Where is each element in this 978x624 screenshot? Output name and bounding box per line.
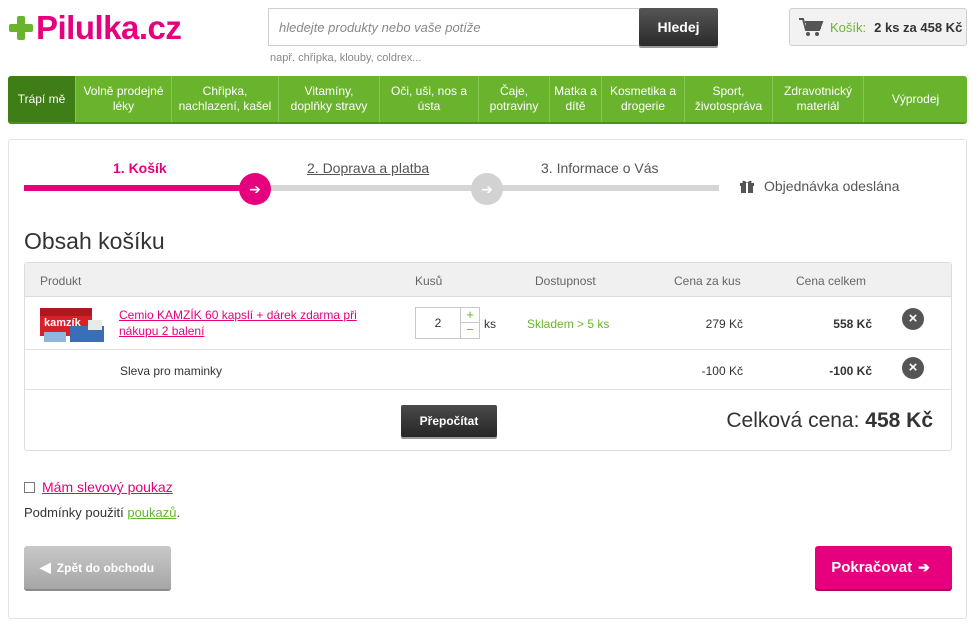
quantity-input[interactable]: 2 [416, 308, 460, 338]
remove-item-icon[interactable]: × [902, 308, 924, 330]
quantity-unit: ks [484, 317, 496, 331]
nav-item-trapi-me[interactable]: Trápí mě [8, 76, 76, 122]
discount-name: Sleva pro maminky [120, 364, 223, 378]
conditions-suffix: . [176, 505, 181, 520]
column-unit-price: Cena za kus [674, 274, 741, 288]
conditions-link[interactable]: poukazů [127, 505, 176, 520]
grand-total-value: 458 Kč [865, 409, 933, 432]
nav-item-vyprodej[interactable]: Výprodej [864, 76, 967, 122]
step-arrow-icon: ➔ [471, 173, 503, 205]
nav-item-vitaminy[interactable]: Vitamíny, doplňky stravy [279, 76, 380, 122]
cart-label: Košík: [830, 19, 867, 35]
availability-status: Skladem > 5 ks [527, 317, 610, 331]
continue-label: Pokračovat [831, 559, 913, 576]
nav-item-sport[interactable]: Sport, životospráva [685, 76, 773, 122]
quantity-stepper[interactable]: 2 + − [415, 307, 480, 339]
arrow-right-icon: ➔ [918, 559, 930, 575]
conditions-prefix: Podmínky použití [24, 505, 124, 520]
nav-item-volne-prodejne-leky[interactable]: Volně prodejné léky [76, 76, 172, 122]
minus-icon[interactable]: − [460, 323, 479, 338]
step-order-sent-label: Objednávka odeslána [764, 178, 900, 194]
remove-discount-icon[interactable]: × [902, 357, 924, 379]
checkout-steps: 1. Košík 2. Doprava a platba 3. Informac… [24, 158, 924, 208]
plus-icon[interactable]: + [460, 308, 479, 323]
step-order-sent: Objednávka odeslána [739, 178, 899, 194]
recalculate-button[interactable]: Přepočítat [401, 405, 497, 437]
back-to-shop-button[interactable]: ◀ Zpět do obchodu [24, 546, 171, 589]
column-availability: Dostupnost [535, 274, 596, 288]
logo-text: Pilulka.cz [36, 9, 182, 46]
column-qty: Kusů [415, 274, 443, 288]
table-header: Produkt Kusů Dostupnost Cena za kus Cena… [25, 263, 951, 297]
voucher-toggle[interactable]: Mám slevový poukaz [24, 479, 173, 495]
table-row: kamzík Cemio KAMZÍK 60 kapslí + dárek zd… [25, 297, 951, 350]
search-button[interactable]: Hledej [639, 8, 718, 46]
progress-fill [24, 185, 254, 191]
discount-unit-price: -100 Kč [701, 364, 743, 378]
header-cart[interactable]: Košík: 2 ks za 458 Kč [789, 8, 967, 46]
table-row: Sleva pro maminky -100 Kč -100 Kč × [25, 350, 951, 390]
category-nav: Trápí mě Volně prodejné léky Chřipka, na… [8, 76, 967, 124]
continue-button[interactable]: Pokračovat ➔ [815, 546, 952, 589]
nav-item-zdravotnicky-material[interactable]: Zdravotnický materiál [773, 76, 864, 122]
nav-item-chripka[interactable]: Chřipka, nachlazení, kašel [172, 76, 279, 122]
shopping-cart-icon [798, 17, 824, 37]
nav-item-kosmetika[interactable]: Kosmetika a drogerie [602, 76, 685, 122]
grand-total-label: Celková cena: [726, 409, 860, 432]
cart-table: Produkt Kusů Dostupnost Cena za kus Cena… [24, 262, 952, 451]
product-thumbnail[interactable]: kamzík [40, 304, 106, 344]
step-shipping[interactable]: 2. Doprava a platba [307, 160, 429, 176]
product-link[interactable]: Cemio KAMZÍK 60 kapslí + dárek zdarma př… [119, 307, 389, 339]
search-input[interactable] [268, 8, 640, 46]
cart-title: Obsah košíku [24, 228, 165, 254]
column-product: Produkt [40, 274, 82, 288]
grand-total: Celková cena: 458 Kč [685, 409, 933, 433]
discount-total-price: -100 Kč [829, 364, 872, 378]
gift-icon [740, 180, 754, 193]
back-to-shop-label: Zpět do obchodu [56, 560, 155, 575]
column-total-price: Cena celkem [796, 274, 867, 288]
unit-price: 279 Kč [705, 317, 743, 331]
nav-item-caje[interactable]: Čaje, potraviny [479, 76, 550, 122]
step-info: 3. Informace o Vás [541, 160, 659, 176]
total-price: 558 Kč [833, 317, 872, 331]
step-cart: 1. Košík [113, 160, 167, 176]
logo-plus-icon [8, 15, 34, 41]
nav-item-matka-a-dite[interactable]: Matka a dítě [550, 76, 602, 122]
logo[interactable]: Pilulka.cz [8, 9, 182, 46]
cart-summary: 2 ks za 458 Kč [874, 19, 963, 35]
search-hint: např. chřipka, klouby, coldrex... [270, 52, 422, 64]
voucher-conditions: Podmínky použití poukazů. [24, 505, 180, 520]
arrow-left-icon: ◀ [40, 559, 51, 575]
voucher-checkbox[interactable] [24, 481, 35, 493]
voucher-link[interactable]: Mám slevový poukaz [42, 479, 173, 495]
nav-item-oci-usi[interactable]: Oči, uši, nos a ústa [380, 76, 479, 122]
search-bar: Hledej [268, 8, 718, 46]
step-arrow-icon: ➔ [239, 173, 271, 205]
